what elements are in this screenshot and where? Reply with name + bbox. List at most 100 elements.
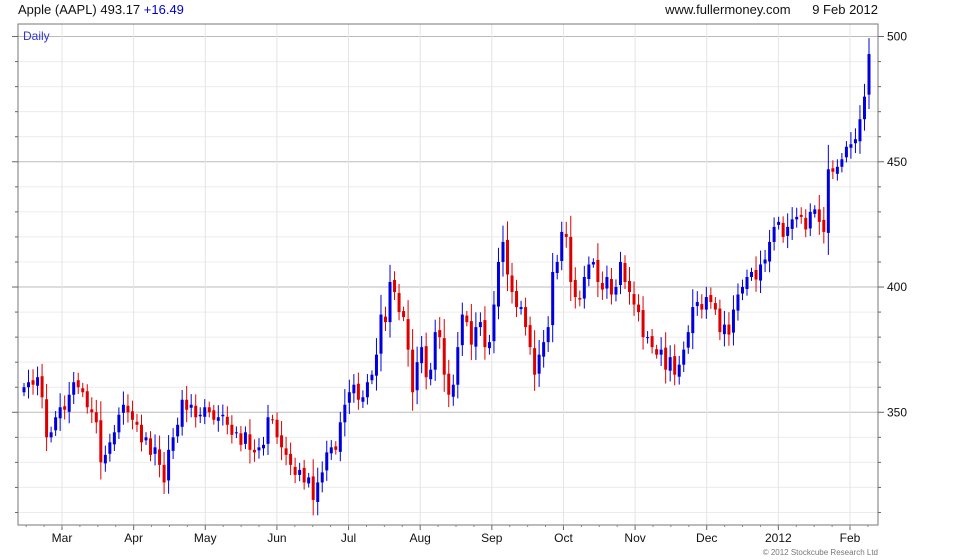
candle <box>609 267 613 305</box>
candle <box>54 411 58 436</box>
candle-body <box>94 412 98 423</box>
candle <box>840 153 844 173</box>
plot-frame <box>17 23 879 526</box>
candle-body <box>528 325 532 348</box>
x-tick-label: Nov <box>624 531 645 545</box>
candle <box>207 401 211 418</box>
candle <box>67 381 71 424</box>
candle <box>768 229 772 273</box>
candle <box>243 426 247 450</box>
candle <box>506 221 510 292</box>
candle-body <box>641 310 645 338</box>
candle-body <box>316 482 320 502</box>
candle <box>31 369 35 395</box>
candle <box>298 462 302 482</box>
candle <box>383 306 387 332</box>
candle <box>709 287 713 309</box>
candle <box>361 390 365 408</box>
candle-body <box>686 332 690 348</box>
candle-body <box>628 281 632 293</box>
candle <box>311 459 315 516</box>
candle-body <box>862 96 866 120</box>
candle <box>72 371 76 404</box>
candle-body <box>582 277 586 299</box>
candle <box>325 440 329 481</box>
y-tick-label: 500 <box>887 30 907 44</box>
candle <box>271 414 275 424</box>
candle-body <box>587 264 591 280</box>
candle <box>515 279 519 318</box>
candle-body <box>347 392 351 403</box>
candle-body <box>618 261 622 286</box>
candle <box>198 407 202 424</box>
candle <box>777 216 781 230</box>
candle-body <box>402 311 406 318</box>
candle <box>352 374 356 403</box>
candle-body <box>203 407 207 417</box>
candle <box>27 369 31 399</box>
candle-body <box>853 139 857 144</box>
candle <box>189 394 193 418</box>
candle-body <box>596 259 600 283</box>
candle-body <box>40 376 44 398</box>
candle <box>411 329 415 411</box>
candle <box>221 404 225 426</box>
candle-body <box>691 307 695 334</box>
candle-body <box>560 231 564 261</box>
candle <box>799 207 803 224</box>
x-tick-label: Sep <box>481 531 503 545</box>
candle-body <box>176 424 180 437</box>
candle-body <box>840 159 844 167</box>
candle <box>167 435 171 494</box>
candle <box>216 405 220 432</box>
candle-body <box>112 432 116 445</box>
candle-body <box>844 146 848 158</box>
candle-body <box>415 362 419 391</box>
candle-body <box>194 405 198 418</box>
candle <box>740 279 744 301</box>
candle <box>519 300 523 315</box>
candle <box>239 426 243 452</box>
candle <box>94 399 98 434</box>
candle-body <box>63 406 67 410</box>
candle <box>212 404 216 425</box>
candle-body <box>677 364 681 377</box>
candle-body <box>573 280 577 298</box>
candle-body <box>808 211 812 229</box>
candle-body <box>867 54 871 95</box>
candle-body <box>736 294 740 311</box>
candle-body <box>139 424 143 443</box>
candle <box>786 213 790 249</box>
candle <box>510 262 514 304</box>
candle <box>641 296 645 350</box>
candle <box>781 216 785 243</box>
candle <box>528 316 532 355</box>
candle <box>573 267 577 309</box>
candle-body <box>451 384 455 397</box>
candle-body <box>858 119 862 142</box>
candle <box>126 394 130 423</box>
candle-body <box>695 302 699 307</box>
candle-body <box>207 407 211 413</box>
candle <box>731 295 735 346</box>
candlestick-series <box>22 38 871 516</box>
candle <box>90 397 94 424</box>
candle-body <box>99 420 103 463</box>
candle-body <box>280 435 284 448</box>
candle <box>704 286 708 319</box>
candle-body <box>772 226 776 242</box>
candle <box>433 319 437 381</box>
candle-body <box>515 291 519 308</box>
candle-body <box>284 448 288 455</box>
candle-body <box>130 411 134 420</box>
candle <box>40 363 44 409</box>
x-tick-label: May <box>194 531 217 545</box>
candle <box>745 269 749 296</box>
candle-body <box>221 414 225 417</box>
candle <box>302 459 306 490</box>
candle-body <box>103 454 107 464</box>
candle <box>496 247 500 320</box>
candle-body <box>600 283 604 290</box>
candle-body <box>397 293 401 313</box>
candle-body <box>790 219 794 229</box>
